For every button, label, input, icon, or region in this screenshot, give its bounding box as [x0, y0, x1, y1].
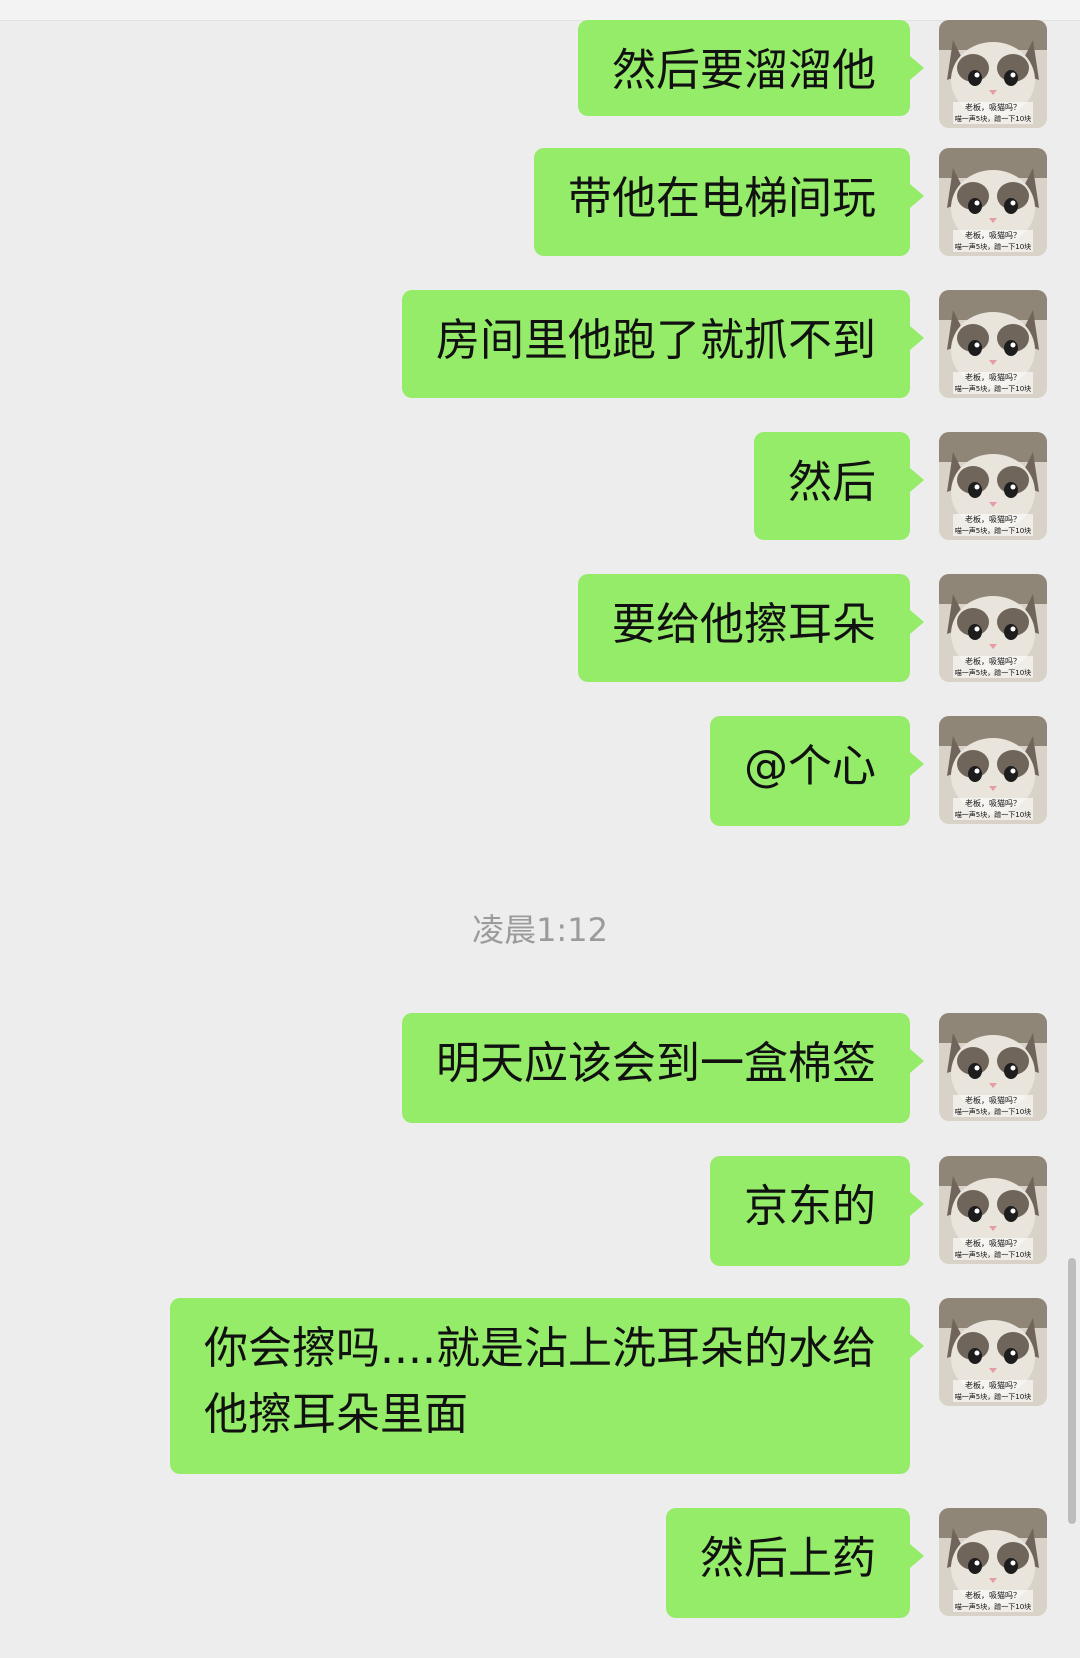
message-bubble[interactable]: @个心	[710, 716, 924, 826]
message-bubble[interactable]: 明天应该会到一盒棉签	[402, 1013, 924, 1123]
avatar[interactable]: 老板，吸猫吗？ 喵一声5块，蹭一下10块	[939, 1156, 1047, 1264]
cat-avatar-icon: 老板，吸猫吗？ 喵一声5块，蹭一下10块	[939, 1508, 1047, 1616]
avatar[interactable]: 老板，吸猫吗？ 喵一声5块，蹭一下10块	[939, 1508, 1047, 1616]
scrollbar[interactable]	[1068, 1258, 1076, 1524]
svg-text:老板，吸猫吗？: 老板，吸猫吗？	[965, 798, 1021, 808]
message-bubble[interactable]: 要给他擦耳朵	[578, 574, 924, 682]
svg-text:老板，吸猫吗？: 老板，吸猫吗？	[965, 1590, 1021, 1600]
svg-text:喵一声5块，蹭一下10块: 喵一声5块，蹭一下10块	[955, 384, 1031, 393]
svg-text:喵一声5块，蹭一下10块: 喵一声5块，蹭一下10块	[955, 114, 1031, 123]
cat-avatar-icon: 老板，吸猫吗？ 喵一声5块，蹭一下10块	[939, 148, 1047, 256]
svg-text:老板，吸猫吗？: 老板，吸猫吗？	[965, 1238, 1021, 1248]
cat-avatar-icon: 老板，吸猫吗？ 喵一声5块，蹭一下10块	[939, 1298, 1047, 1406]
svg-text:喵一声5块，蹭一下10块: 喵一声5块，蹭一下10块	[955, 526, 1031, 535]
message-bubble[interactable]: 房间里他跑了就抓不到	[402, 290, 924, 398]
avatar[interactable]: 老板，吸猫吗？ 喵一声5块，蹭一下10块	[939, 1298, 1047, 1406]
svg-text:喵一声5块，蹭一下10块: 喵一声5块，蹭一下10块	[955, 242, 1031, 251]
cat-avatar-icon: 老板，吸猫吗？ 喵一声5块，蹭一下10块	[939, 20, 1047, 128]
svg-text:老板，吸猫吗？: 老板，吸猫吗？	[965, 656, 1021, 666]
avatar[interactable]: 老板，吸猫吗？ 喵一声5块，蹭一下10块	[939, 432, 1047, 540]
svg-text:喵一声5块，蹭一下10块: 喵一声5块，蹭一下10块	[955, 1107, 1031, 1116]
svg-text:老板，吸猫吗？: 老板，吸猫吗？	[965, 1380, 1021, 1390]
cat-avatar-icon: 老板，吸猫吗？ 喵一声5块，蹭一下10块	[939, 290, 1047, 398]
svg-text:老板，吸猫吗？: 老板，吸猫吗？	[965, 102, 1021, 112]
svg-text:老板，吸猫吗？: 老板，吸猫吗？	[965, 1095, 1021, 1105]
avatar[interactable]: 老板，吸猫吗？ 喵一声5块，蹭一下10块	[939, 148, 1047, 256]
chat-message-list[interactable]: 然后要溜溜他 老板，吸猫吗？ 喵一声5块，蹭一下10块 带他在电梯间玩 老板，吸…	[0, 0, 1080, 1658]
cat-avatar-icon: 老板，吸猫吗？ 喵一声5块，蹭一下10块	[939, 432, 1047, 540]
message-bubble[interactable]: 然后要溜溜他	[578, 20, 924, 116]
avatar[interactable]: 老板，吸猫吗？ 喵一声5块，蹭一下10块	[939, 716, 1047, 824]
avatar[interactable]: 老板，吸猫吗？ 喵一声5块，蹭一下10块	[939, 290, 1047, 398]
timestamp-separator: 凌晨1:12	[472, 911, 608, 949]
message-bubble[interactable]: 然后上药	[666, 1508, 924, 1618]
svg-text:老板，吸猫吗？: 老板，吸猫吗？	[965, 230, 1021, 240]
avatar[interactable]: 老板，吸猫吗？ 喵一声5块，蹭一下10块	[939, 1013, 1047, 1121]
cat-avatar-icon: 老板，吸猫吗？ 喵一声5块，蹭一下10块	[939, 574, 1047, 682]
svg-text:喵一声5块，蹭一下10块: 喵一声5块，蹭一下10块	[955, 810, 1031, 819]
svg-text:喵一声5块，蹭一下10块: 喵一声5块，蹭一下10块	[955, 1602, 1031, 1611]
cat-avatar-icon: 老板，吸猫吗？ 喵一声5块，蹭一下10块	[939, 716, 1047, 824]
svg-text:喵一声5块，蹭一下10块: 喵一声5块，蹭一下10块	[955, 1250, 1031, 1259]
cat-avatar-icon: 老板，吸猫吗？ 喵一声5块，蹭一下10块	[939, 1013, 1047, 1121]
message-bubble[interactable]: 带他在电梯间玩	[534, 148, 924, 256]
avatar[interactable]: 老板，吸猫吗？ 喵一声5块，蹭一下10块	[939, 574, 1047, 682]
message-bubble[interactable]: 京东的	[710, 1156, 924, 1266]
svg-text:老板，吸猫吗？: 老板，吸猫吗？	[965, 514, 1021, 524]
svg-text:老板，吸猫吗？: 老板，吸猫吗？	[965, 372, 1021, 382]
message-bubble[interactable]: 你会擦吗....就是沾上洗耳朵的水给他擦耳朵里面	[170, 1298, 924, 1474]
avatar[interactable]: 老板，吸猫吗？ 喵一声5块，蹭一下10块	[939, 20, 1047, 128]
svg-text:喵一声5块，蹭一下10块: 喵一声5块，蹭一下10块	[955, 1392, 1031, 1401]
svg-text:喵一声5块，蹭一下10块: 喵一声5块，蹭一下10块	[955, 668, 1031, 677]
message-bubble[interactable]: 然后	[754, 432, 924, 540]
cat-avatar-icon: 老板，吸猫吗？ 喵一声5块，蹭一下10块	[939, 1156, 1047, 1264]
